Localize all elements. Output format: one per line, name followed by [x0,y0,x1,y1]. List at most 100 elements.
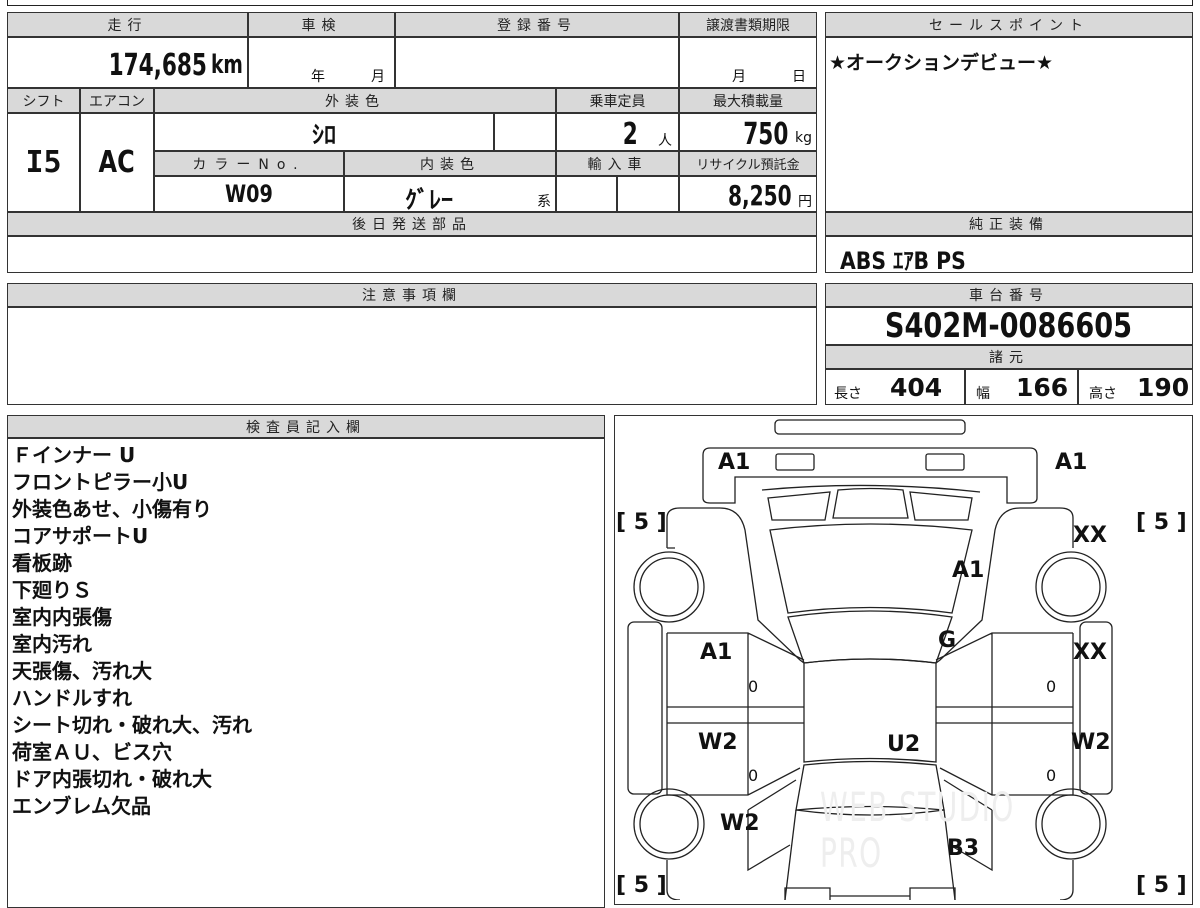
header-specs: 諸元 [825,345,1193,369]
equipment-text: ABS ｴｱB PS [840,247,966,275]
interior-suffix: 系 [537,194,551,210]
sales-point-cell: ★オークションデビュー★ [825,37,1193,212]
inspector-note: Ｆインナー U [12,443,136,467]
capacity-value: 2 [622,117,638,152]
header-shift: シフト [7,88,80,113]
registration-cell [395,37,679,88]
height-label: 高さ [1089,386,1117,402]
rear-bumper [784,887,956,900]
later-parts-cell [7,236,817,273]
color-no-cell: W09 [154,176,344,212]
inspector-note: シート切れ・破れ大、汚れ [12,713,252,737]
damage-label-door-l2: 0 [748,766,759,785]
damage-label-hood: A1 [952,558,985,583]
exterior-color-extra [494,113,556,151]
deadline-month: 月 [732,69,746,85]
length-value: 404 [890,373,943,402]
capacity-cell: 2 人 [556,113,679,152]
left-doors [666,632,805,796]
damage-label-right-front-door: XX [1073,640,1107,665]
diagram-watermark: WEB STUDIO PRO [820,785,1015,877]
exterior-color-value: ｼﾛ [312,120,336,149]
front-panel [702,447,1038,504]
inspector-note: 室内内張傷 [12,605,112,629]
damage-label-front-right: A1 [1055,450,1088,475]
inspector-note: エンブレム欠品 [12,794,151,818]
header-import: 輸入車 [556,151,679,176]
damage-label-door-l1: 0 [748,677,759,696]
width-value: 166 [1016,373,1069,402]
header-mileage: 走行 [7,12,248,37]
inspector-note: 室内汚れ [12,632,92,656]
hood [769,523,973,614]
length-cell: 長さ 404 [825,369,965,405]
mileage-value: 174,685 [108,48,207,83]
inspector-note: コアサポートU [12,524,149,548]
notes-cell [7,307,817,405]
inspector-note: 荷室ＡＵ、ビス穴 [12,740,172,764]
inspector-notes: Ｆインナー U フロントピラー小U 外装色あせ、小傷有り コアサポートU 看板跡 下廻りＳ… [12,442,252,820]
damage-label-left-rear-door: W2 [698,730,738,755]
color-no-value: W09 [225,180,273,208]
aircon-value: AC [98,145,136,180]
tire-front-left [633,551,705,623]
damage-label-left-front-door: A1 [700,640,733,665]
inspector-note: 天張傷、汚れ大 [12,659,152,683]
recycle-cell: 8,250 円 [679,176,817,212]
inspection-month: 月 [371,69,385,85]
damage-label-rear: B3 [947,836,980,861]
capacity-unit: 人 [658,133,672,149]
header-chassis: 車台番号 [825,283,1193,307]
length-label: 長さ [834,386,862,402]
shift-value: I5 [25,145,62,180]
inspection-year: 年 [311,69,325,85]
chassis-number: S402M-0086605 [885,306,1133,346]
header-standard-equipment: 純正装備 [825,212,1193,236]
damage-label-front-left: A1 [718,450,751,475]
tire-tread-fl: [ 5 ] [616,510,667,535]
inspector-note: 下廻りＳ [12,578,92,602]
interior-color-cell: ｸﾞﾚｰ 系 [344,176,556,214]
header-aircon: エアコン [80,88,154,113]
max-load-cell: 750 kg [679,113,817,152]
damage-label-roof: U2 [887,732,921,757]
left-side-sill [627,621,663,795]
max-load-unit: kg [795,130,812,146]
mileage-unit: km [211,50,243,80]
damage-label-door-r1: 0 [1046,677,1057,696]
grille [761,484,981,521]
deadline-day: 日 [792,69,806,85]
inspector-note: ハンドルすれ [12,686,132,710]
header-recycle: リサイクル預託金 [679,151,817,176]
tire-tread-rr: [ 5 ] [1136,873,1187,898]
tire-rear-left [633,788,705,860]
width-cell: 幅 166 [965,369,1078,405]
header-transfer-deadline: 譲渡書類期限 [679,12,817,37]
recycle-value: 8,250 [728,179,792,212]
header-exterior-color: 外装色 [154,88,556,113]
exterior-color-cell: ｼﾛ [154,113,494,151]
height-cell: 高さ 190 [1078,369,1193,405]
tire-front-right [1035,551,1107,623]
header-interior-color: 内装色 [344,151,556,176]
width-label: 幅 [976,386,990,402]
import-cell-1 [556,176,617,212]
inspector-note: 看板跡 [12,551,72,575]
aircon-cell: AC [80,113,154,212]
tire-tread-fr: [ 5 ] [1136,510,1187,535]
header-inspector: 検査員記入欄 [7,415,605,438]
front-bumper [774,419,966,435]
inspector-note: フロントピラー小U [12,470,189,494]
equipment-cell: ABS ｴｱB PS [825,236,1193,275]
inspector-note: ドア内張切れ・破れ大 [12,767,212,791]
inspection-cell: 年 月 [248,37,395,88]
left-rear-fender [666,779,797,900]
import-cell-2 [617,176,679,212]
mileage-cell: 174,685 km [7,37,248,88]
header-capacity: 乗車定員 [556,88,679,113]
headlight-left [775,453,815,471]
headlight-right [925,453,965,471]
recycle-unit: 円 [798,194,812,210]
header-notes: 注意事項欄 [7,283,817,307]
header-later-parts: 後日発送部品 [7,212,817,236]
